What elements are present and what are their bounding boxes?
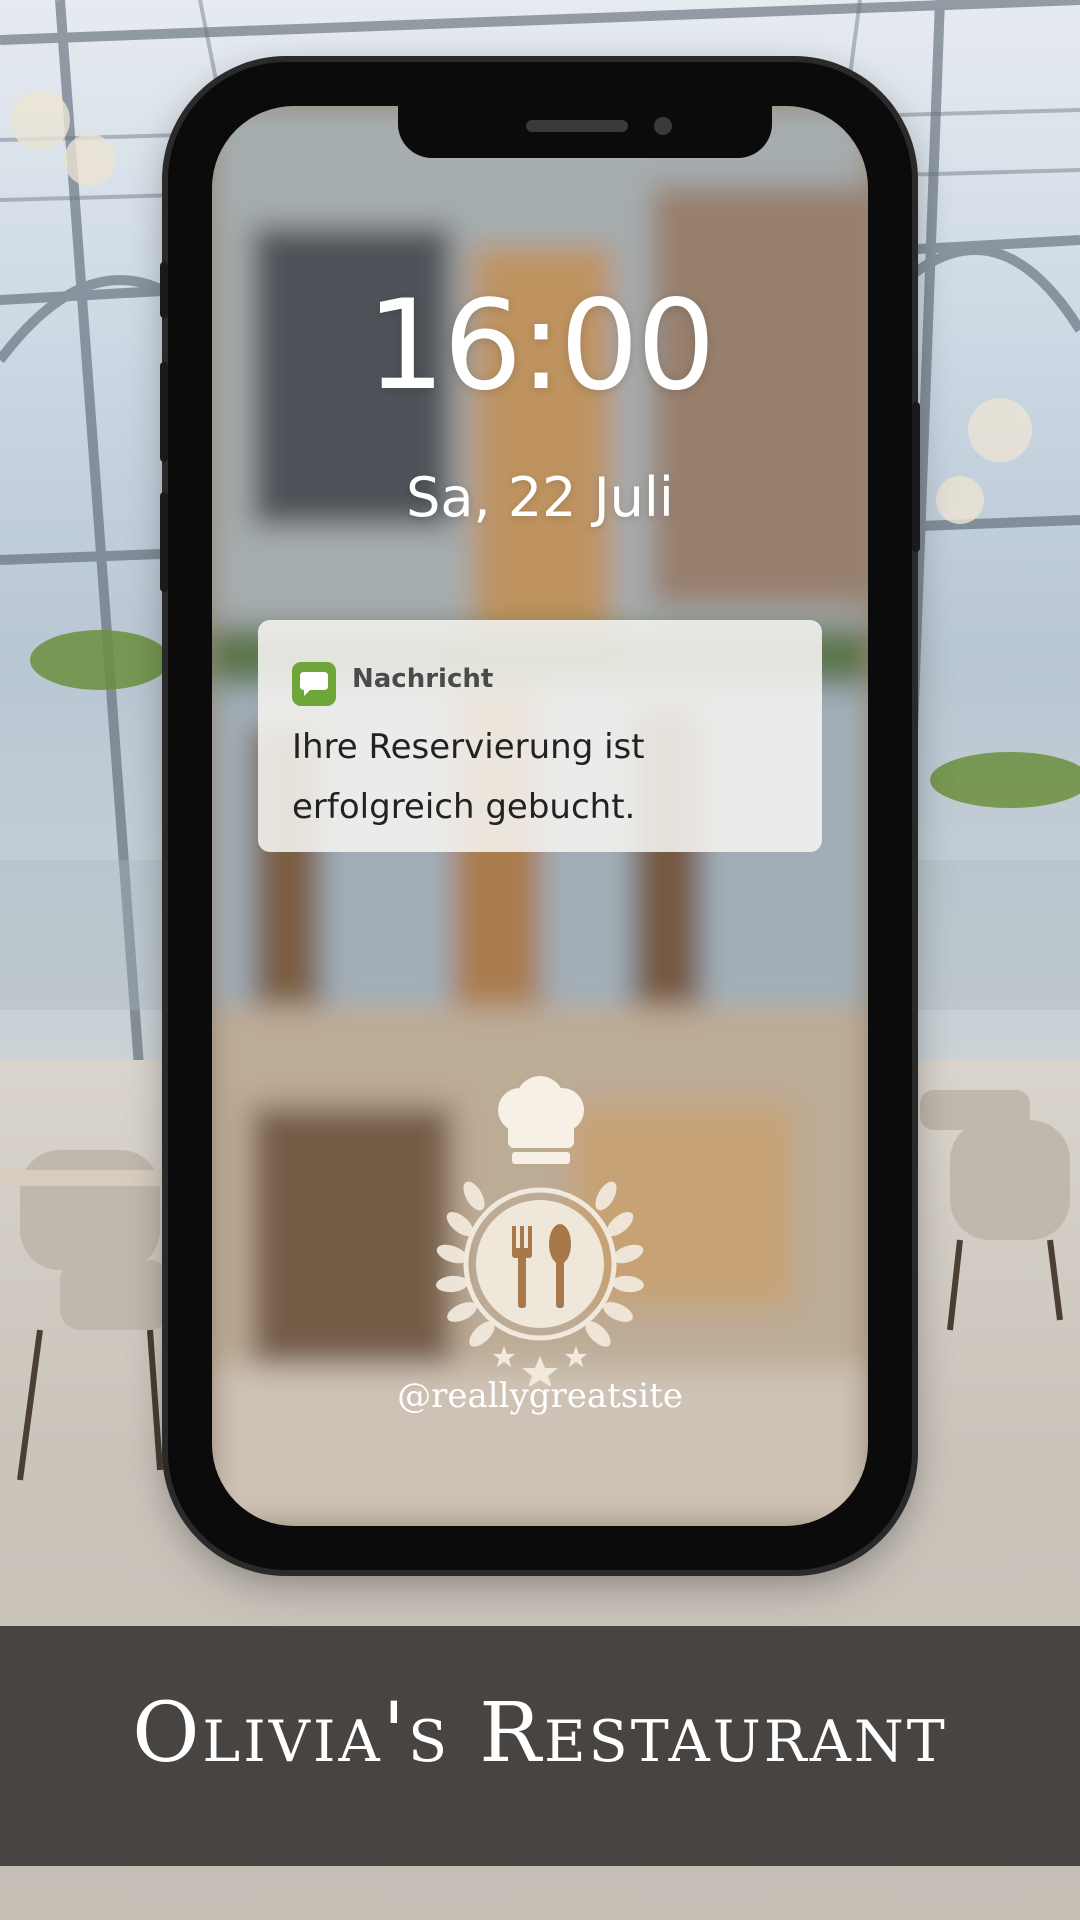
phone-volume-down-button	[160, 492, 168, 592]
speaker-grille	[526, 120, 628, 132]
phone-notch	[398, 106, 772, 158]
phone-frame: 16:00 Sa, 22 Juli Nachricht Ihre Reservi…	[160, 62, 920, 1570]
notification-app-name: Nachricht	[352, 664, 494, 694]
lock-screen-date: Sa, 22 Juli	[406, 466, 674, 529]
notification-card[interactable]: Nachricht Ihre Reservierung ist erfolgre…	[258, 620, 822, 852]
lock-screen: 16:00 Sa, 22 Juli Nachricht Ihre Reservi…	[212, 106, 868, 1526]
social-handle[interactable]: @reallygreatsite	[212, 1376, 868, 1416]
restaurant-name: Olivia's Restaurant	[132, 1686, 948, 1781]
message-bubble-icon	[292, 662, 336, 706]
title-banner: Olivia's Restaurant	[0, 1626, 1080, 1866]
lock-screen-time: 16:00	[366, 274, 715, 418]
notification-message: Ihre Reservierung ist erfolgreich gebuch…	[292, 727, 645, 827]
front-camera	[654, 117, 672, 135]
phone-power-button	[912, 402, 920, 552]
phone-volume-up-button	[160, 362, 168, 462]
chef-hat-fork-spoon-wreath-icon	[436, 1076, 644, 1386]
phone-side-button	[160, 262, 168, 318]
